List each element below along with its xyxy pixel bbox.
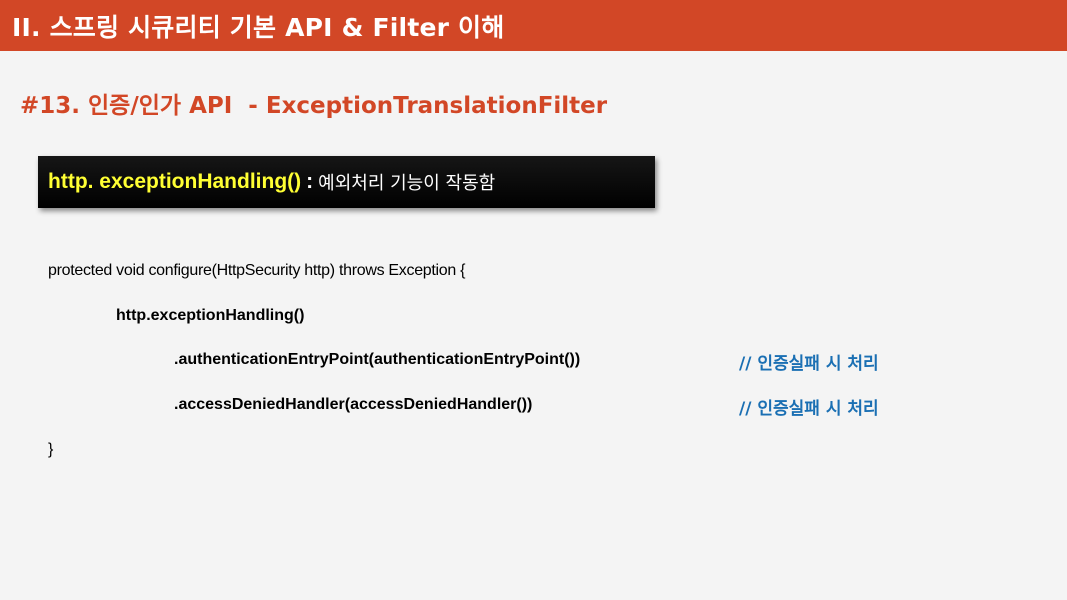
code-line-access-denied: .accessDeniedHandler(accessDeniedHandler… [174, 396, 533, 413]
code-comment-access-denied: // 인증실패 시 처리 [739, 399, 879, 419]
code-line-closing-brace: } [48, 441, 54, 458]
callout-separator: : [306, 170, 314, 193]
callout-box: http. exceptionHandling() : 예외처리 기능이 작동함 [38, 156, 655, 208]
code-line-exception-handling: http.exceptionHandling() [116, 307, 305, 324]
title-bar: II. 스프링 시큐리티 기본 API & Filter 이해 [0, 0, 1067, 51]
callout-method: http. exceptionHandling() [48, 170, 302, 193]
code-comment-entry-point: // 인증실패 시 처리 [739, 354, 879, 374]
callout-description: 예외처리 기능이 작동함 [318, 173, 496, 194]
code-line-entry-point: .authenticationEntryPoint(authentication… [174, 351, 581, 368]
code-line-configure: protected void configure(HttpSecurity ht… [48, 262, 466, 279]
slide-title: II. 스프링 시큐리티 기본 API & Filter 이해 [12, 12, 505, 42]
section-subtitle: #13. 인증/인가 API - ExceptionTranslationFil… [20, 93, 608, 119]
